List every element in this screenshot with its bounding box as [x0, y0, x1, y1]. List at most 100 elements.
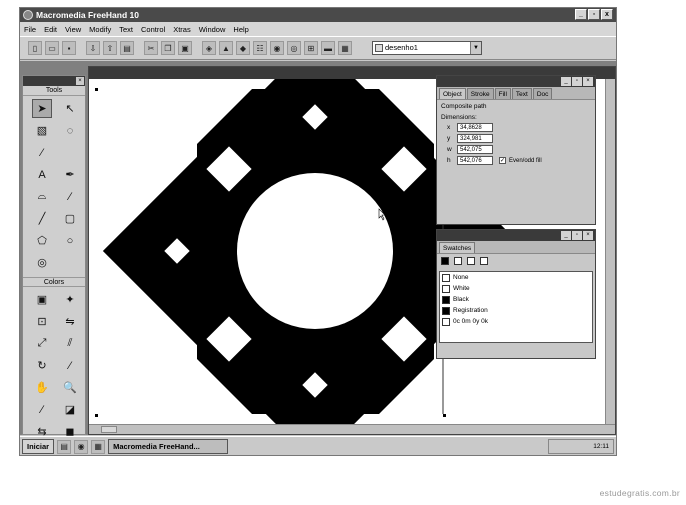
minimize-button[interactable]: _ [575, 9, 587, 20]
quick-launch-icon[interactable]: ◉ [74, 439, 89, 454]
menu-modify[interactable]: Modify [89, 25, 111, 34]
close-icon[interactable]: × [76, 77, 84, 85]
info-icon[interactable]: ▬ [321, 41, 335, 55]
close-button[interactable]: x [601, 9, 613, 20]
menu-file[interactable]: File [24, 25, 36, 34]
pointer-tool[interactable]: ➤ [32, 99, 52, 118]
vertical-scrollbar[interactable] [605, 79, 615, 426]
zoom-tool[interactable]: 🔍 [60, 378, 80, 397]
h-field[interactable]: 542,076 [457, 156, 493, 165]
list-item[interactable]: Registration [440, 305, 592, 316]
maximize-icon[interactable]: ▫ [572, 231, 582, 240]
stroke-color-icon[interactable]: ∕ [32, 400, 52, 419]
x-field[interactable]: 34,8628 [457, 123, 493, 132]
cut-icon[interactable]: ✂ [144, 41, 158, 55]
blend-tool[interactable]: ⁄ [60, 356, 80, 375]
object-panel-header[interactable]: _ ▫ × [437, 76, 595, 87]
freehand-tool[interactable]: ∕ [60, 187, 80, 206]
options-icon[interactable] [480, 257, 488, 265]
knife-tool[interactable]: ▣ [32, 290, 52, 309]
scroll-thumb[interactable] [101, 426, 117, 433]
menu-xtras[interactable]: Xtras [173, 25, 191, 34]
align-icon[interactable]: ◈ [202, 41, 216, 55]
horizontal-scrollbar[interactable] [89, 424, 615, 434]
open-file-icon[interactable]: ▭ [45, 41, 59, 55]
menu-window[interactable]: Window [199, 25, 226, 34]
swatches-panel-header[interactable]: _ ▫ × [437, 230, 595, 241]
chevron-down-icon[interactable]: ▼ [470, 42, 481, 54]
tab-text[interactable]: Text [511, 88, 532, 99]
eyedropper-tool[interactable]: ⁄ [32, 143, 52, 162]
spiral-tool[interactable]: ◎ [32, 253, 52, 272]
paste-icon[interactable]: ▣ [178, 41, 192, 55]
menu-text[interactable]: Text [119, 25, 133, 34]
tab-swatches[interactable]: Swatches [439, 242, 476, 253]
skew-tool[interactable]: ⫽ [60, 334, 80, 353]
maximize-icon[interactable]: ▫ [572, 77, 582, 86]
styles-icon[interactable]: ◉ [270, 41, 284, 55]
even-odd-checkbox[interactable]: ✓ [499, 157, 506, 164]
menu-help[interactable]: Help [233, 25, 248, 34]
list-item[interactable]: None [440, 272, 592, 283]
bezigon-tool[interactable]: ⌓ [32, 187, 52, 206]
print-icon[interactable]: ▤ [120, 41, 134, 55]
rectangle-tool[interactable]: ▢ [60, 209, 80, 228]
list-item[interactable]: 0c 0m 0y 0k [440, 316, 592, 327]
minimize-icon[interactable]: _ [561, 77, 571, 86]
save-file-icon[interactable]: ▪ [62, 41, 76, 55]
library-icon[interactable]: ⊞ [304, 41, 318, 55]
copy-icon[interactable]: ❐ [161, 41, 175, 55]
menu-bar: File Edit View Modify Text Control Xtras… [20, 22, 616, 36]
rotate-tool[interactable]: ↻ [32, 356, 52, 375]
export-icon[interactable]: ⇧ [103, 41, 117, 55]
white-swatch-icon [442, 284, 450, 293]
scale-tool[interactable]: ⤢ [32, 334, 52, 353]
symbols-icon[interactable]: ◎ [287, 41, 301, 55]
list-item[interactable]: White [440, 283, 592, 294]
subselect-tool[interactable]: ↖ [60, 99, 80, 118]
quick-launch-icon[interactable]: ▤ [57, 439, 72, 454]
reflect-tool[interactable]: ⇋ [60, 312, 80, 331]
text-tool[interactable]: A [32, 165, 52, 184]
menu-edit[interactable]: Edit [44, 25, 57, 34]
polygon-tool[interactable]: ⬠ [32, 231, 52, 250]
start-button[interactable]: Iniciar [22, 439, 55, 454]
line-tool[interactable]: ╱ [32, 209, 52, 228]
graphic-hose-tool[interactable]: ✦ [60, 290, 80, 309]
tab-object[interactable]: Object [439, 88, 466, 99]
tab-doc[interactable]: Doc [532, 88, 553, 99]
transform-icon[interactable]: ◆ [236, 41, 250, 55]
w-field[interactable]: 542,075 [457, 145, 493, 154]
document-select-value: desenho1 [385, 43, 418, 52]
taskbar-item-freehand[interactable]: Macromedia FreeHand... [108, 439, 229, 454]
menu-control[interactable]: Control [141, 25, 165, 34]
w-label: w [447, 146, 452, 153]
trace-tool[interactable]: ⊡ [32, 312, 52, 331]
ellipse-tool[interactable]: ○ [60, 231, 80, 250]
tools-panel-header[interactable]: × [23, 76, 85, 86]
tab-fill[interactable]: Fill [494, 88, 511, 99]
view-icon[interactable]: ▦ [338, 41, 352, 55]
fill-color-icon[interactable]: ◪ [60, 400, 80, 419]
menu-view[interactable]: View [65, 25, 81, 34]
layers-icon[interactable]: ▲ [219, 41, 233, 55]
text-icon[interactable]: ☷ [253, 41, 267, 55]
list-item[interactable]: Black [440, 294, 592, 305]
lasso-tool[interactable]: ◌ [60, 121, 80, 140]
fill-swatch-icon[interactable] [441, 257, 449, 265]
page-tool[interactable]: ▧ [32, 121, 52, 140]
import-icon[interactable]: ⇩ [86, 41, 100, 55]
tab-stroke[interactable]: Stroke [466, 88, 494, 99]
quick-launch-icon[interactable]: ▦ [91, 439, 106, 454]
document-select[interactable]: desenho1 ▼ [372, 41, 482, 55]
stroke-swatch-icon[interactable] [454, 257, 462, 265]
pen-tool[interactable]: ✒ [60, 165, 80, 184]
y-field[interactable]: 324,981 [457, 134, 493, 143]
close-icon[interactable]: × [583, 77, 593, 86]
restore-button[interactable]: ▫ [588, 9, 600, 20]
new-file-icon[interactable]: ▯ [28, 41, 42, 55]
minimize-icon[interactable]: _ [561, 231, 571, 240]
close-icon[interactable]: × [583, 231, 593, 240]
both-swatch-icon[interactable] [467, 257, 475, 265]
hand-tool[interactable]: ✋ [32, 378, 52, 397]
